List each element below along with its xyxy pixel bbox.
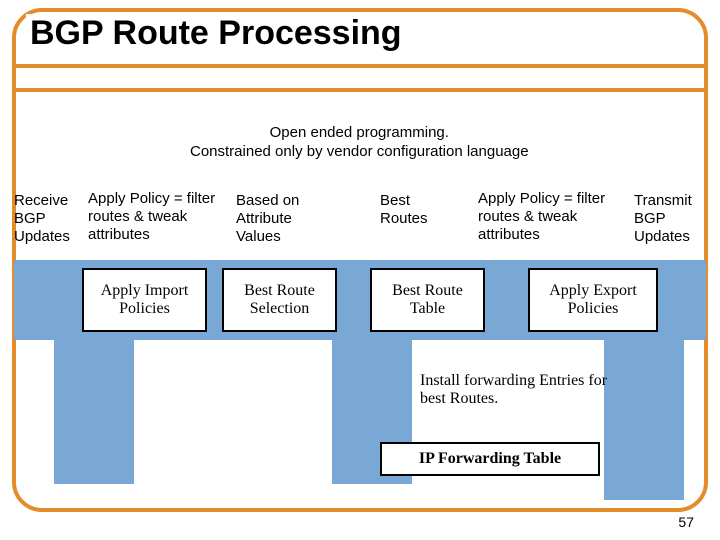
slide-title: BGP Route Processing	[26, 14, 406, 57]
page-number: 57	[678, 514, 694, 530]
label-receive-updates: Receive BGP Updates	[14, 192, 78, 246]
stage-best-table: Best Route Table	[370, 268, 485, 332]
pipeline-leg-right	[604, 340, 684, 500]
caption-text: Open ended programming. Constrained only…	[190, 124, 529, 162]
label-apply-policy-right: Apply Policy = filter routes & tweak att…	[478, 190, 608, 244]
label-install-forwarding: Install forwarding Entries for best Rout…	[420, 372, 620, 409]
pipeline-leg-left	[54, 340, 134, 484]
divider-line-2	[14, 88, 706, 92]
slide: BGP Route Processing Open ended programm…	[0, 0, 720, 540]
caption-line-2: Constrained only by vendor configuration…	[190, 143, 529, 162]
box-ip-forwarding-table: IP Forwarding Table	[380, 442, 600, 476]
caption-line-1: Open ended programming.	[190, 124, 529, 143]
label-transmit-updates: Transmit BGP Updates	[634, 192, 704, 246]
stage-best-selection: Best Route Selection	[222, 268, 337, 332]
stage-apply-import: Apply Import Policies	[82, 268, 207, 332]
stage-apply-export: Apply Export Policies	[528, 268, 658, 332]
label-based-on-attr: Based on Attribute Values	[236, 192, 326, 246]
label-best-routes: Best Routes	[380, 192, 450, 228]
label-apply-policy-left: Apply Policy = filter routes & tweak att…	[88, 190, 218, 244]
divider-line-1	[14, 64, 706, 68]
